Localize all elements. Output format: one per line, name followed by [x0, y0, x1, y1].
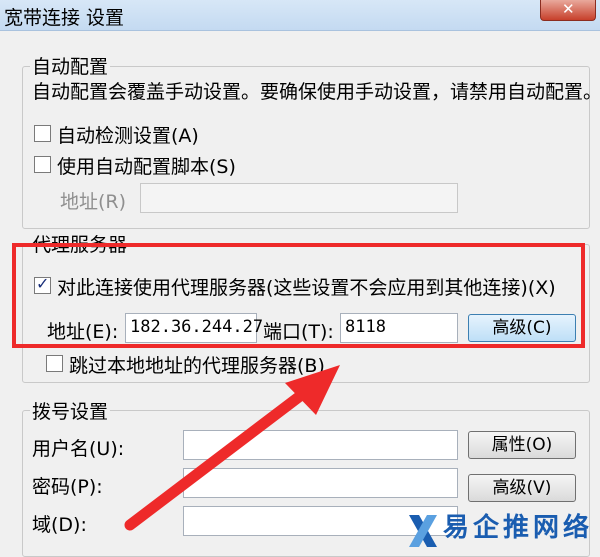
- auto-detect-label[interactable]: 自动检测设置(A): [57, 121, 199, 148]
- script-address-label: 地址(R): [60, 191, 127, 213]
- window-title: 宽带连接 设置: [4, 7, 125, 29]
- username-input[interactable]: [183, 430, 458, 460]
- auto-config-group-label: 自动配置: [30, 52, 111, 79]
- watermark: 易企推网络: [405, 507, 600, 555]
- x-logo-icon: [409, 515, 437, 547]
- auto-config-description: 自动配置会覆盖手动设置。要确保使用手动设置，请禁用自动配置。: [32, 81, 600, 103]
- username-label: 用户名(U):: [32, 438, 125, 460]
- domain-label: 域(D):: [32, 514, 87, 536]
- script-address-input[interactable]: [140, 183, 458, 213]
- bypass-local-checkbox[interactable]: [46, 355, 63, 372]
- auto-config-script-checkbox[interactable]: [34, 156, 51, 173]
- red-highlight-box: [12, 243, 585, 348]
- close-button[interactable]: ✕: [540, 0, 596, 21]
- bypass-local-label[interactable]: 跳过本地地址的代理服务器(B): [69, 351, 325, 378]
- auto-detect-checkbox[interactable]: [34, 125, 51, 142]
- auto-config-script-label[interactable]: 使用自动配置脚本(S): [57, 152, 236, 179]
- properties-button[interactable]: 属性(O): [468, 431, 576, 459]
- password-label: 密码(P):: [32, 476, 103, 498]
- title-bar: 宽带连接 设置 ✕: [0, 0, 600, 31]
- dialup-advanced-button[interactable]: 高级(V): [468, 474, 576, 502]
- password-input[interactable]: [183, 468, 458, 498]
- watermark-text: 易企推网络: [443, 513, 594, 543]
- dialup-group-label: 拨号设置: [30, 397, 111, 424]
- x-icon: ✕: [562, 0, 575, 18]
